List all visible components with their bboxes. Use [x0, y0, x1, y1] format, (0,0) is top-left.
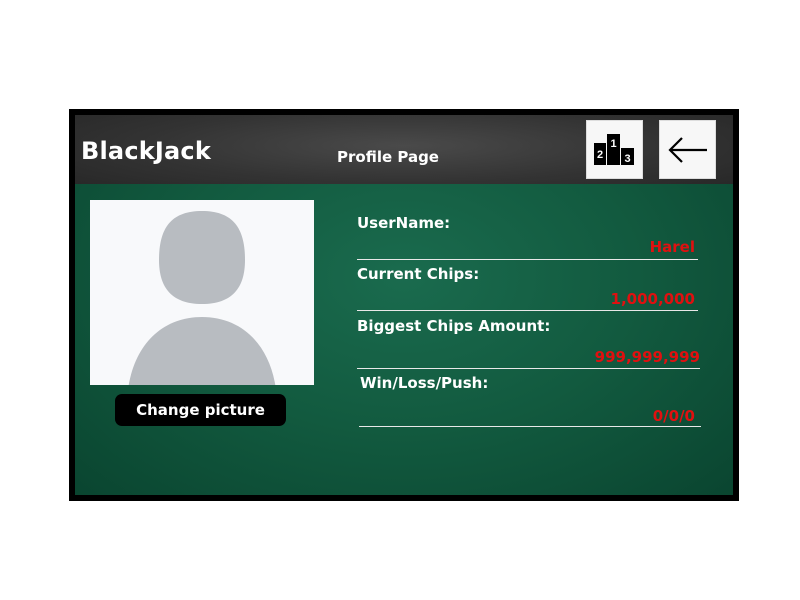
username-label: UserName: [357, 214, 451, 232]
podium-rank-second: 2 [597, 149, 603, 161]
field-divider [359, 426, 701, 427]
app-title: BlackJack [81, 137, 212, 165]
win-loss-push-label: Win/Loss/Push: [360, 374, 489, 392]
avatar [90, 200, 314, 385]
win-loss-push-value: 0/0/0 [652, 407, 695, 425]
biggest-chips-value: 999,999,999 [594, 348, 700, 366]
leaderboard-button[interactable]: 2 1 3 [586, 120, 643, 179]
current-chips-value: 1,000,000 [610, 290, 695, 308]
username-value: Harel [649, 238, 695, 256]
back-button[interactable] [659, 120, 716, 179]
field-divider [357, 368, 700, 369]
arrow-left-icon [668, 137, 707, 163]
page-title: Profile Page [337, 148, 439, 166]
podium-icon: 2 1 3 [594, 134, 634, 165]
field-divider [357, 259, 698, 260]
user-placeholder-icon [128, 211, 276, 385]
podium-rank-first: 1 [610, 138, 616, 150]
app-window: BlackJack Profile Page 2 1 3 Change pict… [69, 109, 739, 501]
profile-panel: Change picture UserName: Harel Current C… [75, 184, 733, 495]
biggest-chips-label: Biggest Chips Amount: [357, 317, 551, 335]
change-picture-button[interactable]: Change picture [115, 394, 286, 426]
current-chips-label: Current Chips: [357, 265, 480, 283]
header-bar: BlackJack Profile Page 2 1 3 [75, 115, 733, 192]
field-divider [357, 310, 698, 311]
podium-rank-third: 3 [624, 153, 630, 165]
